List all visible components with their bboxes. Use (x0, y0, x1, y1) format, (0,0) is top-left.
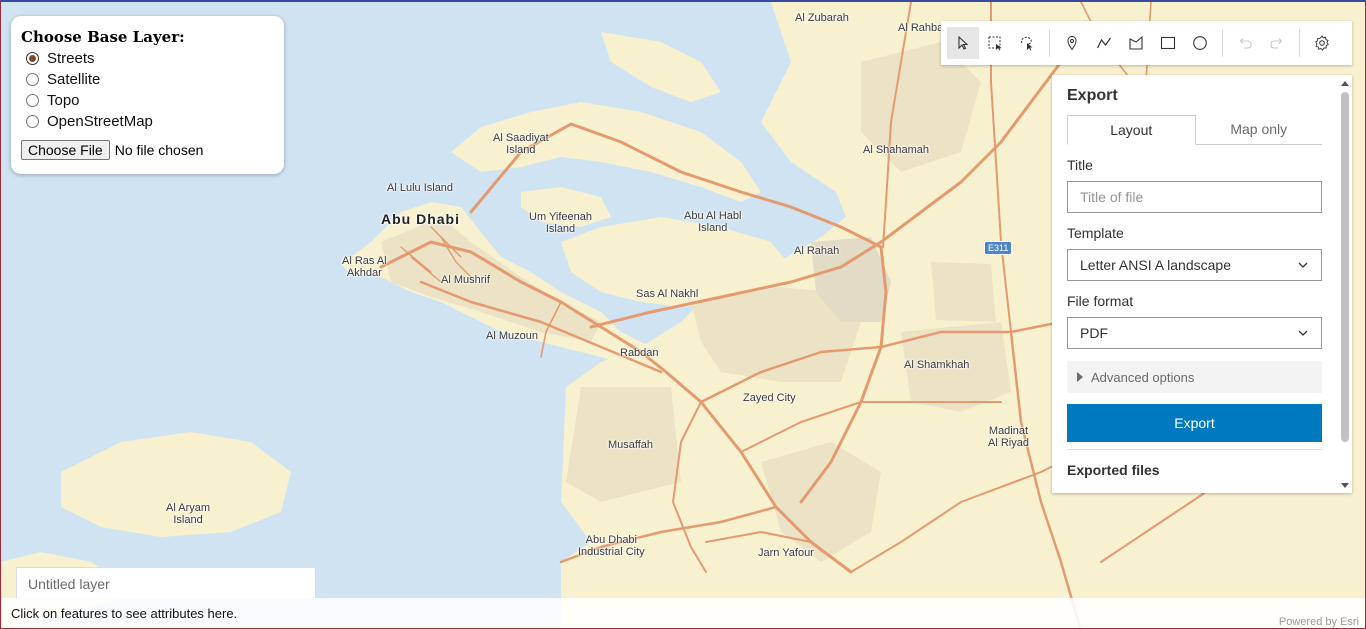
toolbar-separator (1049, 29, 1050, 57)
divider (1067, 449, 1322, 450)
map-label-line: Al Aryam (166, 502, 211, 514)
scrollbar-thumb[interactable] (1341, 92, 1349, 442)
map-label-line: Island (173, 514, 203, 526)
file-format-label: File format (1067, 293, 1134, 309)
map-label-line: Island (506, 144, 536, 156)
export-panel-title: Export (1067, 87, 1118, 104)
settings-gear-icon[interactable] (1306, 27, 1338, 59)
map-label-zayed-city: Zayed City (743, 392, 796, 404)
advanced-options-toggle[interactable]: Advanced options (1067, 361, 1322, 393)
template-select[interactable]: Letter ANSI A landscape (1067, 249, 1322, 281)
caret-right-icon (1077, 372, 1083, 382)
radio-label: Streets (47, 50, 95, 67)
scroll-down-arrow-icon[interactable] (1341, 483, 1349, 488)
advanced-options-label: Advanced options (1091, 369, 1195, 385)
radio-button[interactable] (26, 94, 39, 107)
radio-option-streets[interactable]: Streets (21, 48, 274, 69)
map-label-line: Abu Al Habl (684, 210, 742, 222)
radio-label: OpenStreetMap (47, 113, 153, 130)
circle-icon[interactable] (1184, 27, 1216, 59)
export-button[interactable]: Export (1067, 404, 1322, 442)
map-label-al-saadiyat: Al Saadiyat Island (493, 132, 549, 156)
map-label-al-shamkhah: Al Shamkhah (904, 359, 970, 371)
base-layer-heading: Choose Base Layer: (21, 28, 185, 46)
toolbar-separator (1222, 29, 1223, 57)
radio-label: Satellite (47, 71, 101, 88)
map-label-al-mushrif: Al Mushrif (441, 274, 490, 286)
redo-icon[interactable] (1261, 27, 1293, 59)
file-input[interactable]: Choose File No file chosen (21, 140, 274, 160)
choose-file-button[interactable]: Choose File (21, 140, 110, 160)
undo-icon[interactable] (1229, 27, 1261, 59)
map-label-line: Island (545, 223, 576, 235)
map-label-line: Um Yifeenah (529, 211, 592, 223)
exported-files-heading: Exported files (1067, 462, 1160, 478)
map-label-abu-al-habl: Abu Al Habl Island (684, 210, 741, 234)
map-label-madinat-al-riyad: Madinat Al Riyad (988, 425, 1029, 449)
title-label: Title (1067, 157, 1093, 173)
map-label-line: Akhdar (346, 267, 382, 279)
map-label-al-muzoun: Al Muzoun (486, 330, 538, 342)
map-label-line: Industrial City (578, 546, 645, 558)
radio-option-topo[interactable]: Topo (21, 90, 274, 111)
base-layer-panel: Choose Base Layer: Streets Satellite Top… (11, 16, 284, 174)
map-label-al-aryam-island: Al Aryam Island (166, 502, 210, 526)
point-icon[interactable] (1056, 27, 1088, 59)
app-frame: Al Zubarah Al Rahba Al Saadiyat Island A… (0, 0, 1366, 629)
file-format-select[interactable]: PDF (1067, 317, 1322, 349)
map-label-al-ras-al-akhdar: Al Ras Al Akhdar (342, 255, 387, 279)
map-label-line: Al Ras Al (342, 255, 387, 267)
export-panel: Export Layout Map only Title Title of fi… (1052, 75, 1352, 493)
file-format-value: PDF (1080, 325, 1108, 341)
radio-button[interactable] (26, 115, 39, 128)
map-label-rabdan: Rabdan (620, 347, 659, 359)
lasso-select-icon[interactable] (1011, 27, 1043, 59)
toolbar-separator (1299, 29, 1300, 57)
map-label-jarn-yafour: Jarn Yafour (758, 547, 814, 559)
highway-shield: E311 (984, 241, 1013, 255)
map-label-sas-al-nakhl: Sas Al Nakhl (636, 288, 699, 300)
map-label-al-shahamah: Al Shahamah (863, 144, 930, 156)
layer-name-input[interactable]: Untitled layer (16, 567, 316, 599)
map-label-industrial-city: Abu Dhabi Industrial City (578, 534, 645, 558)
tab-map-only[interactable]: Map only (1196, 115, 1323, 144)
map-label-line: Abu Dhabi (585, 534, 637, 546)
map-label-al-rahba: Al Rahba (898, 22, 944, 34)
radio-button[interactable] (26, 52, 39, 65)
chevron-down-icon (1298, 330, 1308, 336)
polyline-icon[interactable] (1088, 27, 1120, 59)
rectangle-select-icon[interactable] (979, 27, 1011, 59)
map-label-line: Island (698, 222, 728, 234)
map-label-line: Al Saadiyat (493, 132, 549, 144)
template-label: Template (1067, 225, 1124, 241)
map-label-line: Madinat (988, 425, 1029, 437)
attributes-footer: Click on features to see attributes here… (2, 598, 1365, 628)
map-label-um-yifeenah: Um Yifeenah Island (529, 211, 592, 235)
radio-option-satellite[interactable]: Satellite (21, 69, 274, 90)
radio-label: Topo (47, 92, 80, 109)
map-label-abu-dhabi: Abu Dhabi (381, 211, 460, 227)
polygon-icon[interactable] (1120, 27, 1152, 59)
rectangle-icon[interactable] (1152, 27, 1184, 59)
template-value: Letter ANSI A landscape (1080, 257, 1231, 273)
select-pointer-icon[interactable] (947, 27, 979, 59)
map-label-al-rahah: Al Rahah (794, 245, 840, 257)
export-tabs: Layout Map only (1067, 115, 1322, 145)
map-label-musaffah: Musaffah (608, 439, 654, 451)
map-label-al-lulu-island: Al Lulu Island (387, 182, 454, 194)
map-label-al-zubarah: Al Zubarah (795, 12, 849, 24)
esri-attribution[interactable]: Powered by Esri (1279, 616, 1359, 628)
map-label-line: Al Riyad (988, 437, 1029, 449)
tab-layout[interactable]: Layout (1067, 115, 1196, 145)
sketch-toolbar (941, 21, 1352, 65)
radio-button[interactable] (26, 73, 39, 86)
radio-option-openstreetmap[interactable]: OpenStreetMap (21, 111, 274, 132)
chevron-down-icon (1298, 262, 1308, 268)
title-input[interactable]: Title of file (1067, 181, 1322, 213)
scroll-up-arrow-icon[interactable] (1341, 81, 1349, 86)
file-status: No file chosen (114, 142, 204, 158)
